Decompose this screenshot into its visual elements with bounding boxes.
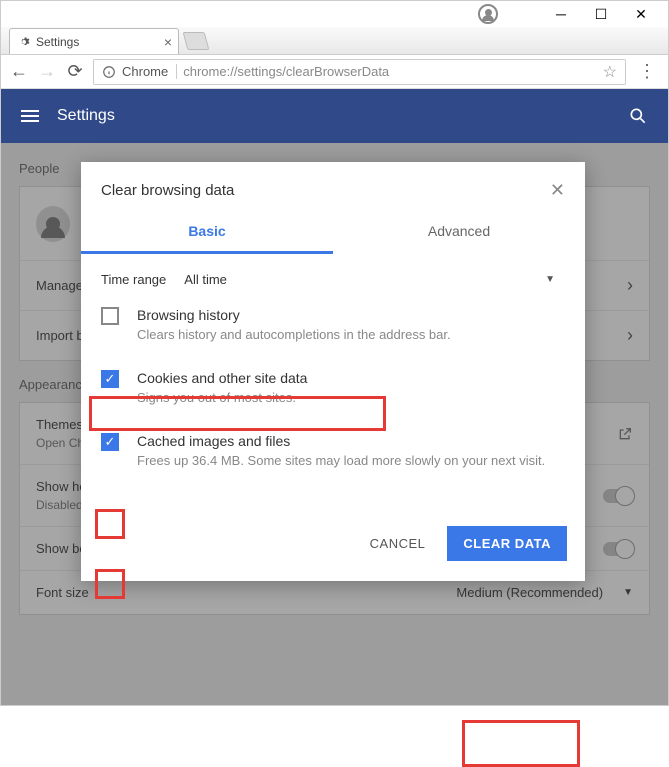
dialog-close-button[interactable]: ✕ [550,180,565,201]
option-browsing-history[interactable]: Browsing history Clears history and auto… [95,293,571,356]
cancel-button[interactable]: CANCEL [370,536,426,551]
timerange-select[interactable]: All time ▼ [184,272,565,287]
dialog-tabs: Basic Advanced [81,211,585,254]
new-tab-button[interactable] [183,32,210,50]
address-bar[interactable]: Chrome chrome://settings/clearBrowserDat… [93,59,626,85]
browser-tab[interactable]: Settings × [9,28,179,54]
bookmark-star-icon[interactable]: ☆ [603,62,617,82]
hamburger-icon[interactable] [21,110,39,122]
nav-toolbar: ← → ⟳ Chrome chrome://settings/clearBrow… [1,55,668,89]
search-icon[interactable] [628,106,648,126]
gear-icon [18,36,30,48]
chrome-menu-button[interactable]: ⋮ [634,61,660,82]
tab-close-icon[interactable]: × [164,34,172,50]
dialog-title: Clear browsing data [101,182,234,199]
maximize-button[interactable]: ☐ [584,3,618,25]
tab-advanced[interactable]: Advanced [333,211,585,254]
minimize-button[interactable]: ─ [544,3,578,25]
tab-strip: Settings × [1,27,668,55]
timerange-row: Time range All time ▼ [95,266,571,293]
url-text: chrome://settings/clearBrowserData [183,64,389,79]
url-scheme: Chrome [122,64,177,79]
tab-title: Settings [36,35,79,49]
profile-icon[interactable] [478,4,498,24]
settings-content: People Sign in to get your bookmarks, hi… [1,143,668,705]
close-window-button[interactable]: ✕ [624,3,658,25]
back-button[interactable]: ← [9,61,29,82]
window-titlebar: ─ ☐ ✕ [1,1,668,27]
chevron-down-icon: ▼ [545,274,555,285]
option-cookies[interactable]: ✓ Cookies and other site data Signs you … [95,356,571,419]
checkbox-cache[interactable]: ✓ [101,433,119,451]
highlight-clear-button [462,720,580,767]
settings-header: Settings [1,89,668,143]
page-title: Settings [57,107,115,125]
checkbox-cookies[interactable]: ✓ [101,370,119,388]
tab-basic[interactable]: Basic [81,211,333,254]
checkbox-browsing-history[interactable] [101,307,119,325]
option-cache[interactable]: ✓ Cached images and files Frees up 36.4 … [95,419,571,482]
clear-data-button[interactable]: CLEAR DATA [447,526,567,561]
reload-button[interactable]: ⟳ [65,61,85,82]
forward-button[interactable]: → [37,61,57,82]
timerange-label: Time range [101,272,166,287]
info-icon [102,65,116,79]
clear-browsing-dialog: Clear browsing data ✕ Basic Advanced Tim… [81,162,585,581]
